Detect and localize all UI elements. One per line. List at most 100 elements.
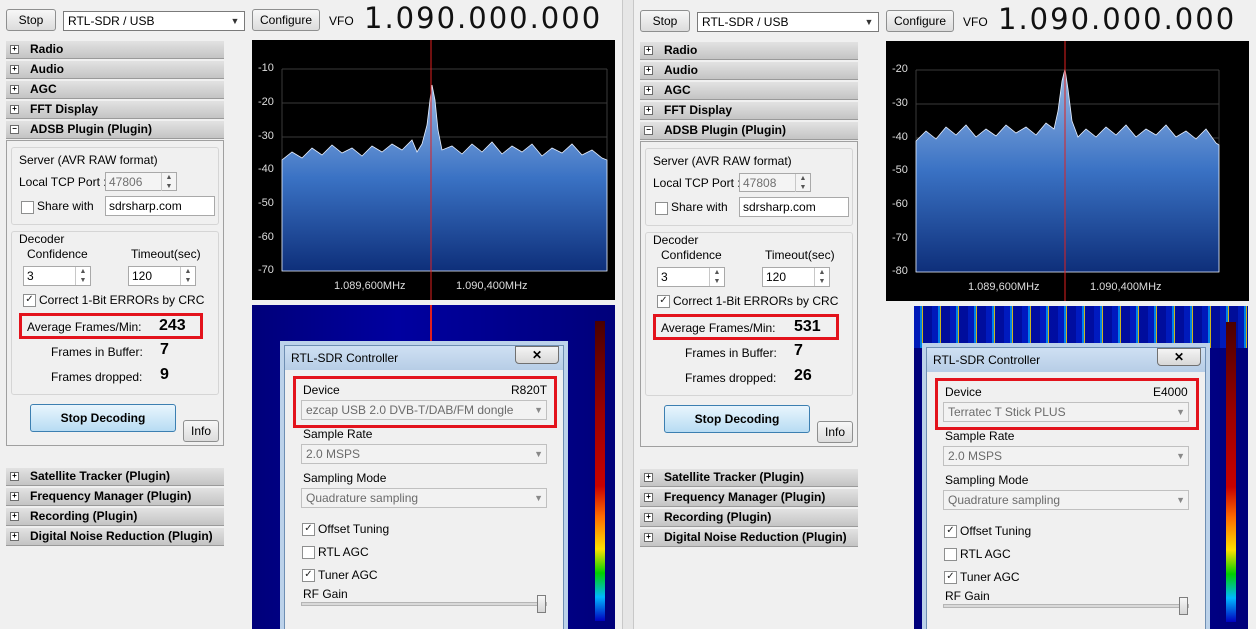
local-tcp-port-input[interactable]: 47808 ▲ ▼ — [739, 173, 811, 192]
sampling-mode-select[interactable]: Quadrature sampling ▼ — [301, 488, 547, 508]
spectrum-analyzer[interactable]: -10 -20 -30 -40 -50 -60 -70 1.089,600MHz… — [252, 40, 615, 300]
section-frequency-manager[interactable]: + Frequency Manager (Plugin) — [6, 488, 224, 506]
section-radio[interactable]: + Radio — [6, 41, 224, 59]
rtl-agc-checkbox[interactable] — [944, 548, 957, 561]
sample-rate-select[interactable]: 2.0 MSPS ▼ — [943, 446, 1189, 466]
section-digital-noise-reduction[interactable]: + Digital Noise Reduction (Plugin) — [6, 528, 224, 546]
source-select[interactable]: RTL-SDR / USB ▼ — [697, 12, 879, 32]
stop-button[interactable]: Stop — [6, 9, 56, 31]
timeout-value: 120 — [766, 270, 787, 284]
frames-dropped-label: Frames dropped: — [685, 371, 777, 385]
rtl-agc-checkbox[interactable] — [302, 546, 315, 559]
configure-button[interactable]: Configure — [886, 10, 954, 32]
checkmark-icon: ✓ — [304, 523, 313, 534]
section-agc[interactable]: + AGC — [640, 82, 858, 100]
share-host-input[interactable]: sdrsharp.com — [739, 197, 849, 217]
timeout-input[interactable]: 120 ▲ ▼ — [762, 267, 830, 287]
spinner-arrows-icon[interactable]: ▲ ▼ — [814, 268, 829, 286]
section-adsb-plugin[interactable]: − ADSB Plugin (Plugin) — [6, 121, 224, 139]
section-fft-display[interactable]: + FFT Display — [640, 102, 858, 120]
vfo-label: VFO — [963, 15, 988, 29]
spinner-arrows-icon[interactable]: ▲ ▼ — [161, 173, 176, 191]
share-with-checkbox[interactable] — [655, 202, 668, 215]
rtl-sdr-controller-dialog: RTL-SDR Controller ✕ Device R820T ezcap … — [284, 345, 564, 629]
section-digital-noise-reduction[interactable]: + Digital Noise Reduction (Plugin) — [640, 529, 858, 547]
tuner-agc-checkbox[interactable]: ✓ — [302, 569, 315, 582]
offset-tuning-checkbox[interactable]: ✓ — [302, 523, 315, 536]
source-select-value: RTL-SDR / USB — [68, 14, 155, 28]
section-fft-display[interactable]: + FFT Display — [6, 101, 224, 119]
spinner-arrows-icon[interactable]: ▲ ▼ — [795, 174, 810, 192]
rf-gain-slider[interactable] — [301, 595, 547, 613]
device-select[interactable]: ezcap USB 2.0 DVB-T/DAB/FM dongle ▼ — [301, 400, 547, 420]
info-button[interactable]: Info — [183, 420, 219, 442]
tuner-agc-label: Tuner AGC — [318, 568, 378, 582]
chevron-down-icon: ▼ — [864, 17, 874, 27]
spinner-arrows-icon[interactable]: ▲ ▼ — [75, 267, 90, 285]
tuner-agc-checkbox[interactable]: ✓ — [944, 571, 957, 584]
device-label: Device — [945, 385, 982, 399]
section-adsb-plugin[interactable]: − ADSB Plugin (Plugin) — [640, 122, 858, 140]
section-frequency-manager[interactable]: + Frequency Manager (Plugin) — [640, 489, 858, 507]
plus-box-icon: + — [10, 45, 19, 54]
rtl-agc-label: RTL AGC — [960, 547, 1011, 561]
rf-gain-slider[interactable] — [943, 597, 1189, 615]
section-recording[interactable]: + Recording (Plugin) — [640, 509, 858, 527]
stop-decoding-button[interactable]: Stop Decoding — [664, 405, 810, 433]
section-satellite-tracker[interactable]: + Satellite Tracker (Plugin) — [640, 469, 858, 487]
slider-thumb[interactable] — [1179, 597, 1188, 615]
frames-dropped-value: 26 — [794, 367, 812, 384]
stop-decoding-button[interactable]: Stop Decoding — [30, 404, 176, 432]
local-tcp-port-input[interactable]: 47806 ▲ ▼ — [105, 172, 177, 191]
crc-checkbox[interactable]: ✓ — [23, 294, 36, 307]
section-audio[interactable]: + Audio — [640, 62, 858, 80]
slider-thumb[interactable] — [537, 595, 546, 613]
spinner-arrows-icon[interactable]: ▲ ▼ — [180, 267, 195, 285]
freq-label: 1.090,400MHz — [456, 280, 528, 292]
plus-box-icon: + — [10, 105, 19, 114]
db-label: -80 — [892, 265, 908, 277]
timeout-input[interactable]: 120 ▲ ▼ — [128, 266, 196, 286]
section-label: Recording (Plugin) — [664, 510, 772, 524]
vfo-frequency[interactable]: 1.090.000.000 — [998, 2, 1236, 36]
share-with-label: Share with — [671, 200, 728, 214]
section-audio[interactable]: + Audio — [6, 61, 224, 79]
section-recording[interactable]: + Recording (Plugin) — [6, 508, 224, 526]
plus-box-icon: + — [644, 533, 653, 542]
frames-dropped-label: Frames dropped: — [51, 370, 143, 384]
section-label: Audio — [664, 63, 698, 77]
section-label: Recording (Plugin) — [30, 509, 138, 523]
spectrum-analyzer[interactable]: -20 -30 -40 -50 -60 -70 -80 1.089,600MHz… — [886, 41, 1249, 301]
freq-label: 1.089,600MHz — [968, 281, 1040, 293]
info-button[interactable]: Info — [817, 421, 853, 443]
section-radio[interactable]: + Radio — [640, 42, 858, 60]
section-agc[interactable]: + AGC — [6, 81, 224, 99]
timeout-label: Timeout(sec) — [765, 248, 835, 262]
db-label: -30 — [892, 97, 908, 109]
avg-frames-label: Average Frames/Min: — [27, 320, 142, 334]
share-with-checkbox[interactable] — [21, 201, 34, 214]
crc-checkbox[interactable]: ✓ — [657, 295, 670, 308]
offset-tuning-checkbox[interactable]: ✓ — [944, 525, 957, 538]
local-tcp-port-label: Local TCP Port : — [19, 175, 107, 189]
tuner-agc-label: Tuner AGC — [960, 570, 1020, 584]
share-host-input[interactable]: sdrsharp.com — [105, 196, 215, 216]
freq-label: 1.090,400MHz — [1090, 281, 1162, 293]
configure-button[interactable]: Configure — [252, 9, 320, 31]
close-button[interactable]: ✕ — [515, 346, 559, 364]
plus-box-icon: + — [644, 493, 653, 502]
confidence-input[interactable]: 3 ▲ ▼ — [23, 266, 91, 286]
sample-rate-select[interactable]: 2.0 MSPS ▼ — [301, 444, 547, 464]
spinner-arrows-icon[interactable]: ▲ ▼ — [709, 268, 724, 286]
device-select[interactable]: Terratec T Stick PLUS ▼ — [943, 402, 1189, 422]
confidence-input[interactable]: 3 ▲ ▼ — [657, 267, 725, 287]
vfo-frequency[interactable]: 1.090.000.000 — [364, 1, 602, 35]
db-label: -10 — [258, 62, 274, 74]
source-select[interactable]: RTL-SDR / USB ▼ — [63, 11, 245, 31]
section-satellite-tracker[interactable]: + Satellite Tracker (Plugin) — [6, 468, 224, 486]
split-divider[interactable] — [622, 0, 634, 629]
close-button[interactable]: ✕ — [1157, 348, 1201, 366]
sampling-mode-select[interactable]: Quadrature sampling ▼ — [943, 490, 1189, 510]
frames-buffer-value: 7 — [160, 341, 169, 358]
stop-button[interactable]: Stop — [640, 10, 690, 32]
